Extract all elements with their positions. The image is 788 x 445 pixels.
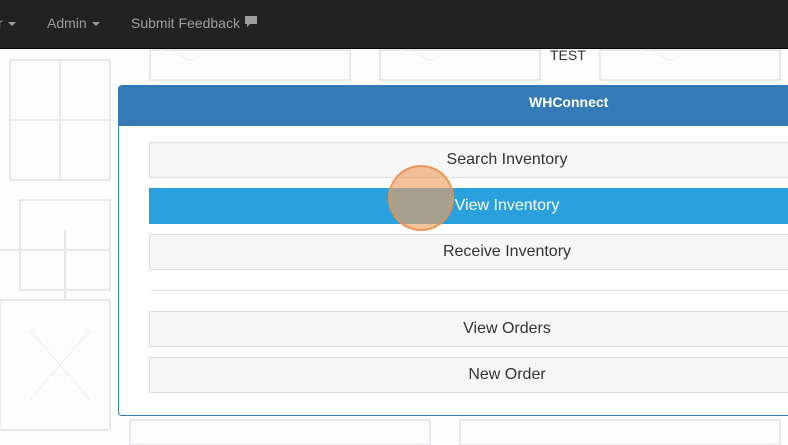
new-order-button[interactable]: New Order — [149, 357, 788, 393]
caret-down-icon — [91, 22, 100, 27]
search-inventory-button[interactable]: Search Inventory — [149, 142, 788, 178]
view-orders-button[interactable]: View Orders — [149, 311, 788, 347]
receive-inventory-label: Receive Inventory — [442, 243, 572, 260]
search-inventory-label: Search Inventory — [446, 151, 568, 168]
caret-down-icon — [7, 22, 16, 27]
panel-heading: WHConnect — [119, 86, 788, 126]
view-orders-label: View Orders — [463, 320, 551, 337]
nav-submit-feedback[interactable]: Submit Feedback — [131, 0, 258, 46]
nav-dropdown-partial-label: r — [0, 15, 3, 31]
receive-inventory-button[interactable]: Receive Inventory — [149, 234, 788, 270]
panel-title: WHConnect — [529, 94, 609, 110]
whconnect-panel: WHConnect Search Inventory View Inventor… — [118, 85, 788, 416]
environment-label: TEST — [550, 47, 586, 63]
nav-dropdown-admin[interactable]: Admin — [47, 0, 100, 46]
click-indicator — [388, 165, 454, 231]
nav-admin-label: Admin — [47, 15, 87, 31]
new-order-label: New Order — [468, 366, 546, 383]
view-inventory-button[interactable]: View Inventory — [149, 188, 788, 224]
panel-divider — [149, 290, 788, 291]
nav-dropdown-partial[interactable]: r — [0, 0, 16, 46]
view-inventory-label: View Inventory — [454, 197, 560, 214]
nav-feedback-label: Submit Feedback — [131, 15, 240, 31]
comment-icon — [244, 16, 257, 27]
top-navbar: r Admin Submit Feedback — [0, 0, 788, 49]
